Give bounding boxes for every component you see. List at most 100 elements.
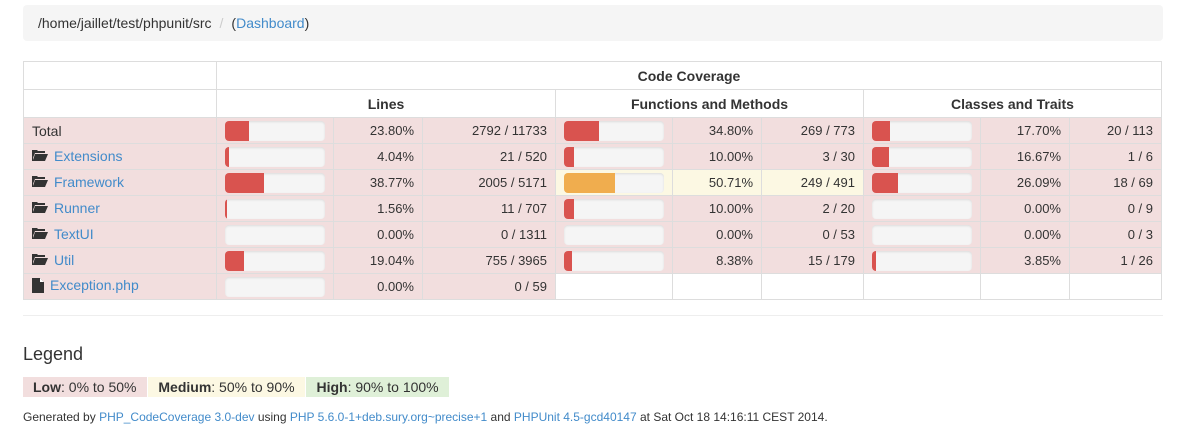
folder-icon <box>32 175 48 191</box>
funcs-bar-cell <box>555 117 673 144</box>
table-row: Extensions 4.04% 21 / 520 10.00% 3 / 30 16.67… <box>23 143 1162 170</box>
table-row: Framework 38.77% 2005 / 5171 50.71% 249 / 49… <box>23 169 1162 196</box>
progress-bar <box>872 224 972 245</box>
lines-count: 0 / 59 <box>422 273 556 300</box>
divider <box>23 315 1163 316</box>
progress-bar <box>225 198 325 219</box>
file-icon <box>32 277 44 296</box>
row-name-cell: Exception.php <box>23 273 217 300</box>
progress-bar <box>225 250 325 271</box>
progress-fill <box>225 120 249 141</box>
lines-bar-cell <box>216 117 334 144</box>
breadcrumb: /home/jaillet/test/phpunit/src / (Dashboar… <box>23 5 1163 41</box>
funcs-percent: 0.00% <box>672 221 762 248</box>
progress-bar <box>225 276 325 297</box>
lines-bar-cell <box>216 169 334 196</box>
progress-fill <box>872 120 890 141</box>
lines-header: Lines <box>216 89 556 118</box>
row-name-cell: Runner <box>23 195 217 222</box>
breadcrumb-path: /home/jaillet/test/phpunit/src <box>38 15 212 31</box>
funcs-count: 0 / 53 <box>761 221 864 248</box>
footer: Generated by PHP_CodeCoverage 3.0-dev us… <box>23 410 828 424</box>
dashboard-link[interactable]: Dashboard <box>236 15 305 31</box>
lines-count: 21 / 520 <box>422 143 556 170</box>
row-link[interactable]: Framework <box>54 174 124 190</box>
funcs-percent: 8.38% <box>672 247 762 274</box>
folder-icon <box>32 149 48 165</box>
progress-bar <box>225 120 325 141</box>
folder-icon <box>32 253 48 269</box>
progress-fill <box>225 250 245 271</box>
classes-percent: 16.67% <box>980 143 1070 170</box>
funcs-percent: 34.80% <box>672 117 762 144</box>
functions-header: Functions and Methods <box>555 89 864 118</box>
progress-bar <box>225 224 325 245</box>
lines-percent: 0.00% <box>333 273 423 300</box>
lines-bar-cell <box>216 143 334 170</box>
table-row: TextUI 0.00% 0 / 1311 0.00% 0 / 53 0.00% 0 / 3 <box>23 221 1162 248</box>
row-link[interactable]: Util <box>54 252 74 268</box>
row-label: Total <box>32 122 62 139</box>
classes-bar-cell <box>863 247 981 274</box>
classes-percent: 17.70% <box>980 117 1070 144</box>
row-link[interactable]: Extensions <box>54 148 122 164</box>
coverage-table: Code Coverage Lines Functions and Method… <box>23 61 1162 300</box>
table-row: Util 19.04% 755 / 3965 8.38% 15 / 179 3.85% 1 … <box>23 247 1162 274</box>
php-version-link[interactable]: PHP 5.6.0-1+deb.sury.org~precise+1 <box>290 410 487 424</box>
progress-bar <box>564 250 664 271</box>
lines-percent: 38.77% <box>333 169 423 196</box>
progress-bar <box>225 172 325 193</box>
progress-fill <box>872 250 876 271</box>
empty-cell <box>863 273 981 300</box>
progress-bar <box>872 250 972 271</box>
lines-bar-cell <box>216 247 334 274</box>
classes-count: 1 / 6 <box>1069 143 1162 170</box>
classes-count: 0 / 3 <box>1069 221 1162 248</box>
progress-fill <box>225 146 230 167</box>
folder-icon <box>32 227 48 243</box>
classes-bar-cell <box>863 117 981 144</box>
row-link[interactable]: TextUI <box>54 226 94 242</box>
funcs-percent: 10.00% <box>672 143 762 170</box>
funcs-count: 269 / 773 <box>761 117 864 144</box>
lines-count: 2005 / 5171 <box>422 169 556 196</box>
breadcrumb-separator: / <box>219 15 224 31</box>
classes-count: 1 / 26 <box>1069 247 1162 274</box>
folder-icon <box>32 201 48 217</box>
progress-bar <box>564 172 664 193</box>
row-name-cell: Total <box>23 117 217 144</box>
funcs-count: 15 / 179 <box>761 247 864 274</box>
php-codecoverage-link[interactable]: PHP_CodeCoverage 3.0-dev <box>99 410 254 424</box>
classes-count: 18 / 69 <box>1069 169 1162 196</box>
progress-fill <box>564 198 574 219</box>
progress-fill <box>564 172 615 193</box>
lines-bar-cell <box>216 195 334 222</box>
row-name-cell: Util <box>23 247 217 274</box>
progress-bar <box>872 146 972 167</box>
lines-percent: 19.04% <box>333 247 423 274</box>
progress-fill <box>872 146 889 167</box>
phpunit-link[interactable]: PHPUnit 4.5-gcd40147 <box>514 410 637 424</box>
classes-bar-cell <box>863 195 981 222</box>
legend-title: Legend <box>23 344 84 364</box>
table-row: Runner 1.56% 11 / 707 10.00% 2 / 20 0.00% 0 / … <box>23 195 1162 222</box>
legend-low: Low: 0% to 50% <box>23 377 147 397</box>
classes-header: Classes and Traits <box>863 89 1162 118</box>
lines-percent: 0.00% <box>333 221 423 248</box>
lines-count: 2792 / 11733 <box>422 117 556 144</box>
row-link[interactable]: Runner <box>54 200 100 216</box>
lines-bar-cell <box>216 273 334 300</box>
header-corner-2 <box>23 89 217 118</box>
funcs-bar-cell <box>555 169 673 196</box>
lines-count: 755 / 3965 <box>422 247 556 274</box>
lines-percent: 4.04% <box>333 143 423 170</box>
funcs-count: 3 / 30 <box>761 143 864 170</box>
progress-fill <box>564 146 574 167</box>
lines-count: 0 / 1311 <box>422 221 556 248</box>
funcs-bar-cell <box>555 247 673 274</box>
legend: Low: 0% to 50% Medium: 50% to 90% High: … <box>23 377 449 397</box>
classes-percent: 0.00% <box>980 221 1070 248</box>
code-coverage-header: Code Coverage <box>216 61 1162 90</box>
row-link[interactable]: Exception.php <box>50 277 139 293</box>
classes-percent: 0.00% <box>980 195 1070 222</box>
